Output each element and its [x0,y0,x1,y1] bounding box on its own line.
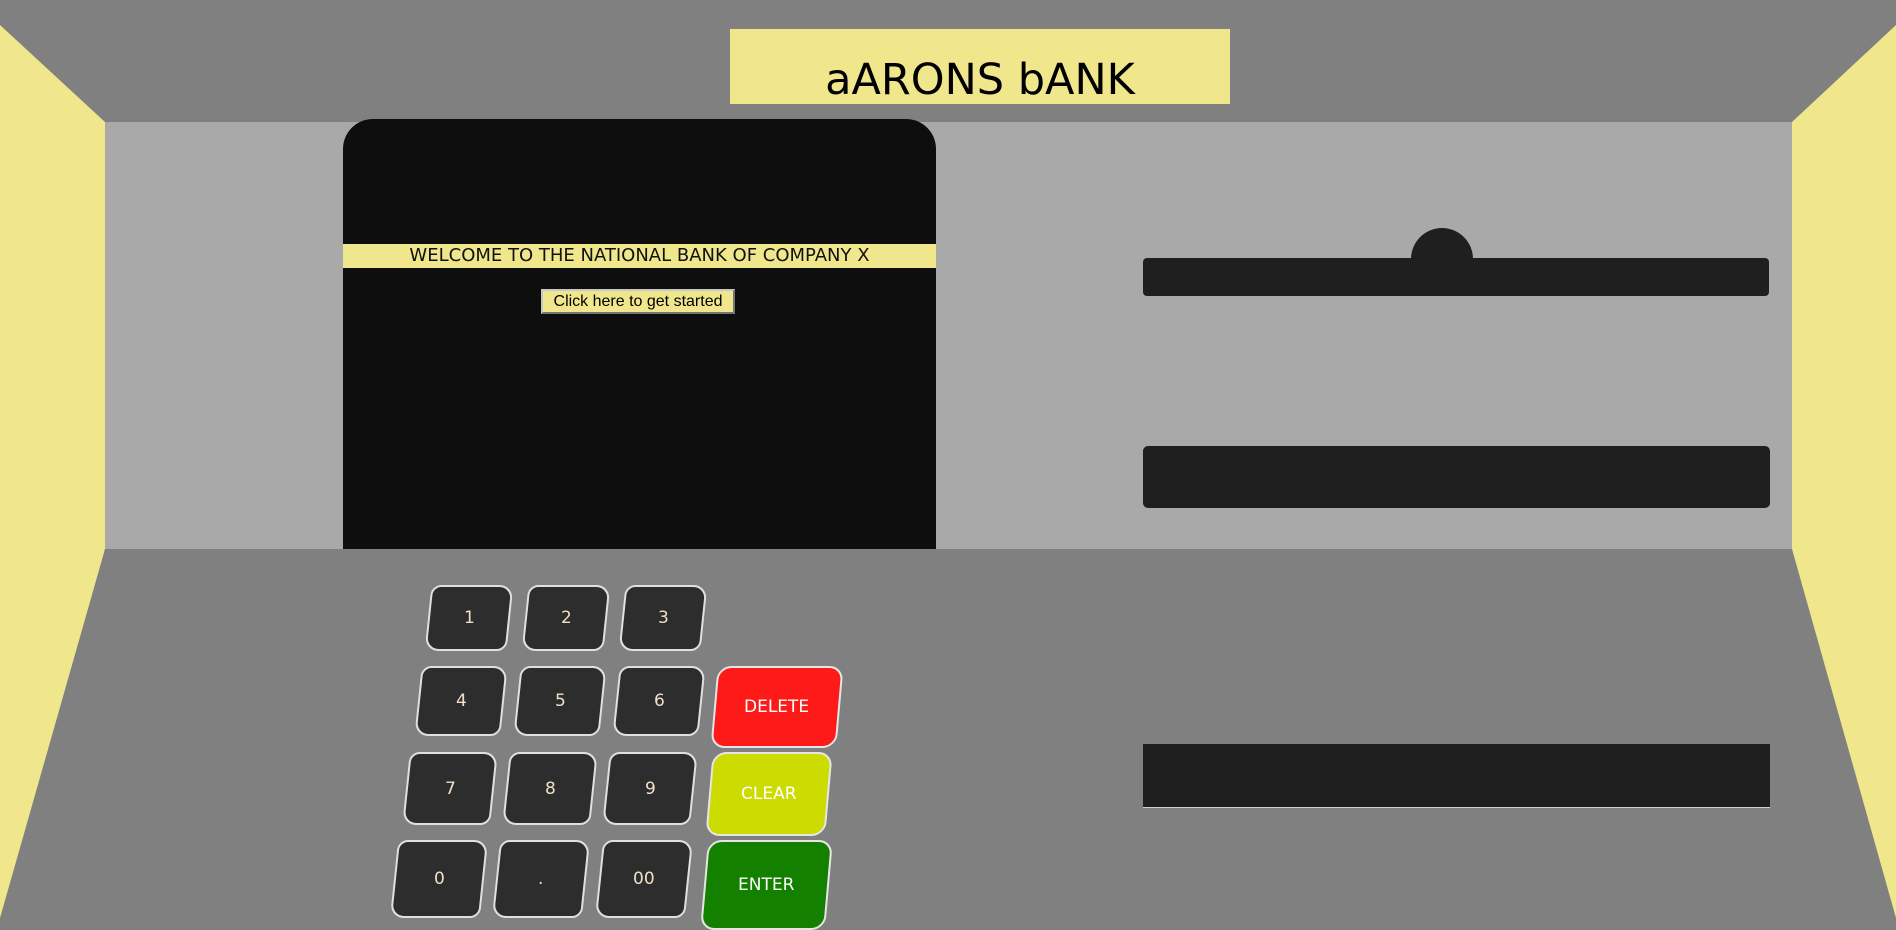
key-5[interactable]: 5 [513,666,607,736]
key-3[interactable]: 3 [618,585,708,651]
bank-name: aARONS bANK [825,55,1135,105]
key-9[interactable]: 9 [602,752,698,825]
key-2[interactable]: 2 [521,585,611,651]
key-1[interactable]: 1 [424,585,514,651]
card-slot[interactable] [1143,258,1769,296]
key-6[interactable]: 6 [612,666,706,736]
welcome-banner: WELCOME TO THE NATIONAL BANK OF COMPANY … [343,244,936,268]
receipt-slot[interactable] [1143,446,1770,508]
cash-dispenser-slot[interactable] [1143,744,1770,808]
get-started-button[interactable]: Click here to get started [541,289,735,314]
key-double-zero[interactable]: 00 [594,840,694,918]
bank-sign: aARONS bANK [730,29,1230,104]
key-decimal[interactable]: . [491,840,591,918]
atm-screen: WELCOME TO THE NATIONAL BANK OF COMPANY … [343,119,936,549]
enter-button[interactable]: ENTER [700,840,833,930]
key-8[interactable]: 8 [502,752,598,825]
key-4[interactable]: 4 [414,666,508,736]
counter [24,549,1876,918]
key-0[interactable]: 0 [389,840,489,918]
delete-button[interactable]: DELETE [710,666,844,748]
clear-button[interactable]: CLEAR [705,752,833,836]
key-7[interactable]: 7 [402,752,498,825]
